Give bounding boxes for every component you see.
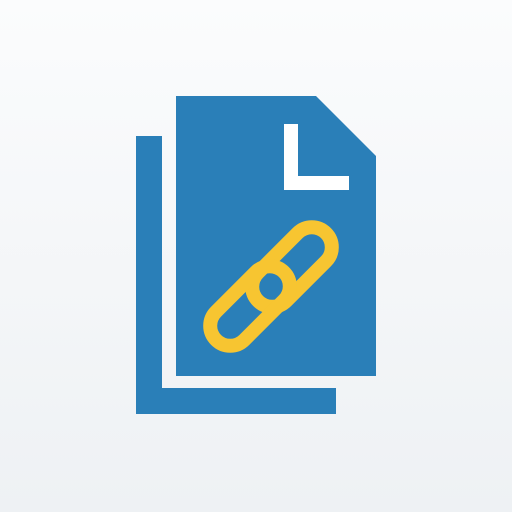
linked-documents-icon xyxy=(136,96,376,414)
app-icon-canvas xyxy=(0,0,512,512)
